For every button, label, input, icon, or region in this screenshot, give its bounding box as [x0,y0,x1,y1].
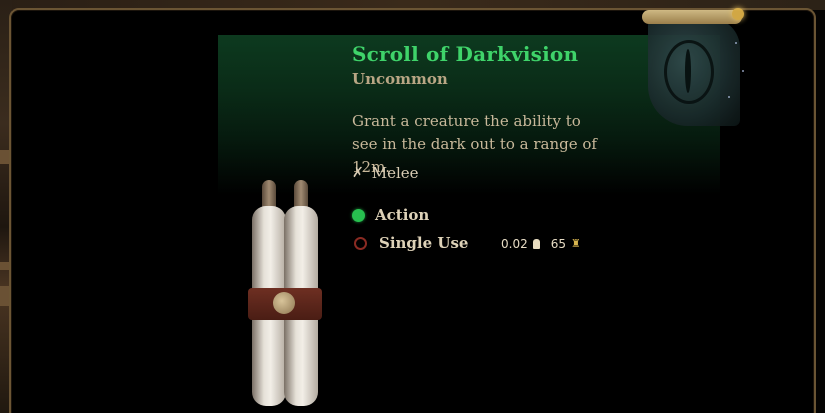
range-row: ✗ Melee [352,164,419,182]
crossed-swords-icon: ✗ [352,165,364,181]
gold-coin-icon: ♜ [571,237,581,250]
weight-value: 0.02 [501,237,528,251]
single-use-label: Single Use [379,234,469,252]
single-use-row: Single Use [352,234,468,252]
action-cost-label: Action [375,206,430,224]
item-stats: 0.02 65 ♜ [501,237,581,251]
scroll-seal [732,8,744,20]
action-dot-icon [352,208,365,222]
scroll-medallion [273,292,295,314]
item-rarity: Uncommon [352,70,448,88]
sparkle [735,42,737,44]
action-cost-row: Action [352,206,429,224]
single-use-icon [354,236,367,250]
eye-icon [664,40,714,104]
scroll-item-art [240,180,330,413]
item-title: Scroll of Darkvision [352,42,579,66]
game-screen: Scroll of Darkvision Uncommon Grant a cr… [0,0,825,413]
weight-icon [532,239,540,249]
scroll-illustration [642,8,744,126]
gold-value: 65 [550,237,566,251]
range-label: Melee [371,164,419,182]
sparkle [728,96,730,98]
sparkle [742,70,744,72]
scroll-roll [642,10,742,24]
